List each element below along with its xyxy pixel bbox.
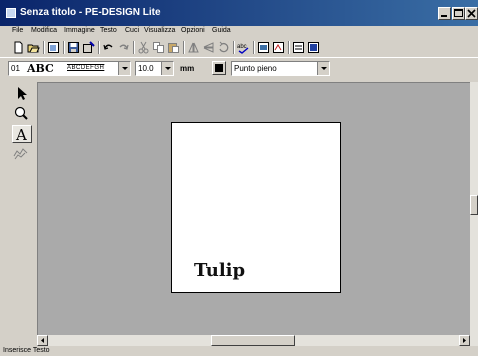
vertical-scrollbar[interactable] [470,82,478,335]
mirror-vertical-icon[interactable] [202,41,215,54]
design-workspace[interactable]: Tulip [37,82,470,335]
scroll-left-button[interactable] [37,335,48,346]
size-select[interactable]: 10.0 [135,61,174,76]
app-window: Senza titolo - PE-DESIGN Lite File Modif… [0,0,478,356]
arrow-right-icon [463,338,466,343]
help-icon[interactable] [307,41,320,54]
horizontal-scrollbar[interactable] [37,335,478,346]
arrow-pointer-icon [18,87,27,100]
thread-color-button[interactable] [212,61,226,75]
horizontal-scroll-thumb[interactable] [211,335,295,346]
zoom-tool[interactable] [12,105,32,123]
spell-check-icon[interactable]: abc [237,41,250,54]
tool-box: A [10,83,36,340]
copy-icon[interactable] [152,41,165,54]
thread-color-swatch [215,64,223,72]
minimize-button[interactable] [438,7,451,20]
toolbar-separator [288,41,290,54]
new-file-icon[interactable] [12,41,25,54]
title-bar[interactable]: Senza titolo - PE-DESIGN Lite [0,0,478,26]
toolbar-separator [43,41,45,54]
close-button[interactable] [465,7,478,20]
font-sample: ABC [27,62,54,75]
cut-icon[interactable] [137,41,150,54]
close-icon [467,9,476,18]
toolbar-separator [98,41,100,54]
menu-testo[interactable]: Testo [100,27,117,34]
design-property-icon[interactable] [292,41,305,54]
shape-tool[interactable] [12,145,32,163]
undo-icon[interactable] [102,41,115,54]
window-title: Senza titolo - PE-DESIGN Lite [20,7,161,18]
design-page[interactable]: Tulip [171,122,341,293]
arrow-left-icon [41,338,44,343]
menu-bar: File Modifica Immagine Testo Cuci Visual… [0,26,478,38]
paste-icon[interactable] [167,41,180,54]
svg-text:A: A [15,126,27,142]
minimize-icon [441,15,447,17]
font-number: 01 [11,64,20,73]
main-toolbar: abc [0,38,478,57]
toolbar-separator [253,41,255,54]
maximize-button[interactable] [452,7,465,20]
size-dropdown-arrow[interactable] [161,62,173,75]
toolbar-separator [133,41,135,54]
toolbar-separator [233,41,235,54]
toolbar-separator [183,41,185,54]
realistic-view-icon[interactable] [272,41,285,54]
magnifier-icon [14,106,28,120]
vertical-scroll-thumb[interactable] [470,195,478,215]
import-icon[interactable] [47,41,60,54]
scroll-right-button[interactable] [459,335,470,346]
preview-icon[interactable] [257,41,270,54]
menu-file[interactable]: File [12,27,23,34]
font-dropdown-arrow[interactable] [118,62,130,75]
status-bar: Inserisce Testo [0,346,478,356]
open-folder-icon[interactable] [27,41,40,54]
maximize-icon [454,9,463,17]
menu-immagine[interactable]: Immagine [64,27,95,34]
letter-a-icon: A [15,126,27,144]
status-text: Inserisce Testo [3,347,50,354]
shape-pattern-icon [13,148,28,160]
text-tool[interactable]: A [12,125,32,144]
menu-modifica[interactable]: Modifica [31,27,57,34]
text-toolbar: 01 ABC ABCDEFGH 10.0 mm Punto pieno [0,57,478,79]
embroidery-text[interactable]: Tulip [194,260,245,281]
menu-cuci[interactable]: Cuci [125,27,139,34]
svg-text:abc: abc [237,44,247,50]
menu-opzioni[interactable]: Opzioni [181,27,205,34]
save-icon[interactable] [67,41,80,54]
select-tool[interactable] [12,85,32,103]
sew-type-value: Punto pieno [234,64,277,73]
sew-type-dropdown-arrow[interactable] [317,62,329,75]
redo-icon[interactable] [117,41,130,54]
menu-guida[interactable]: Guida [212,27,231,34]
toolbar-separator [63,41,65,54]
size-value: 10.0 [138,64,154,73]
size-unit: mm [180,64,195,73]
mirror-horizontal-icon[interactable] [187,41,200,54]
font-style-sample: ABCDEFGH [67,65,105,71]
app-icon [6,8,16,18]
menu-visualizza[interactable]: Visualizza [144,27,175,34]
font-select[interactable]: 01 ABC ABCDEFGH [8,61,131,76]
write-card-icon[interactable] [82,41,95,54]
sew-type-select[interactable]: Punto pieno [231,61,330,76]
rotate-icon[interactable] [217,41,230,54]
